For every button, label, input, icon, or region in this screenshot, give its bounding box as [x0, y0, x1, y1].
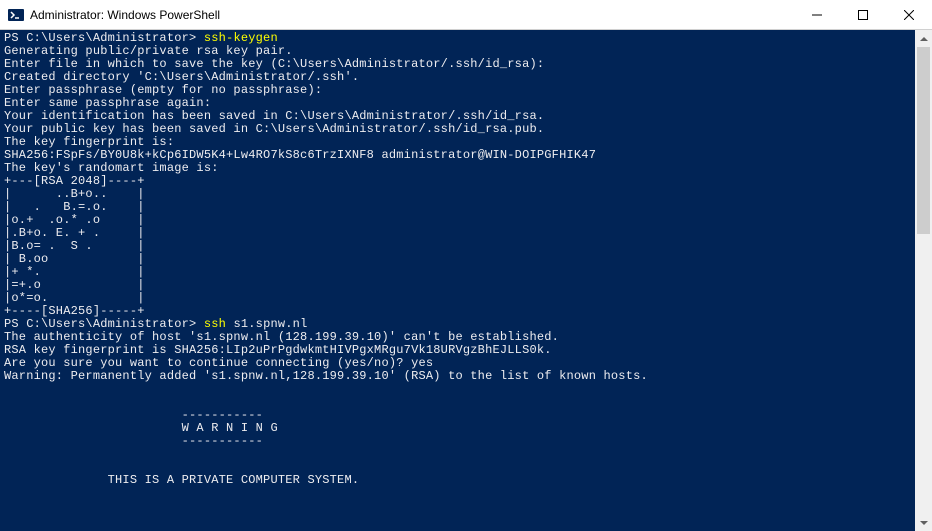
- command-arg: s1.spnw.nl: [226, 317, 307, 331]
- terminal-container: PS C:\Users\Administrator> ssh-keygenGen…: [0, 30, 932, 531]
- scrollbar-track[interactable]: [915, 47, 932, 514]
- vertical-scrollbar[interactable]: [915, 30, 932, 531]
- terminal-line: [4, 448, 911, 461]
- terminal-line: -----------: [4, 435, 911, 448]
- scroll-up-arrow[interactable]: [915, 30, 932, 47]
- command-text: ssh-keygen: [204, 31, 278, 45]
- terminal-line: [4, 383, 911, 396]
- command-text: ssh: [204, 317, 226, 331]
- minimize-button[interactable]: [794, 0, 840, 29]
- terminal-line: THIS IS A PRIVATE COMPUTER SYSTEM.: [4, 474, 911, 487]
- window-controls: [794, 0, 932, 29]
- prompt-text: PS C:\Users\Administrator>: [4, 317, 204, 331]
- prompt-text: PS C:\Users\Administrator>: [4, 31, 204, 45]
- window-titlebar: Administrator: Windows PowerShell: [0, 0, 932, 30]
- terminal-output[interactable]: PS C:\Users\Administrator> ssh-keygenGen…: [0, 30, 915, 531]
- maximize-button[interactable]: [840, 0, 886, 29]
- close-button[interactable]: [886, 0, 932, 29]
- powershell-icon: [8, 7, 24, 23]
- terminal-line: Warning: Permanently added 's1.spnw.nl,1…: [4, 370, 911, 383]
- scroll-down-arrow[interactable]: [915, 514, 932, 531]
- scrollbar-thumb[interactable]: [917, 47, 930, 234]
- window-title: Administrator: Windows PowerShell: [30, 8, 794, 22]
